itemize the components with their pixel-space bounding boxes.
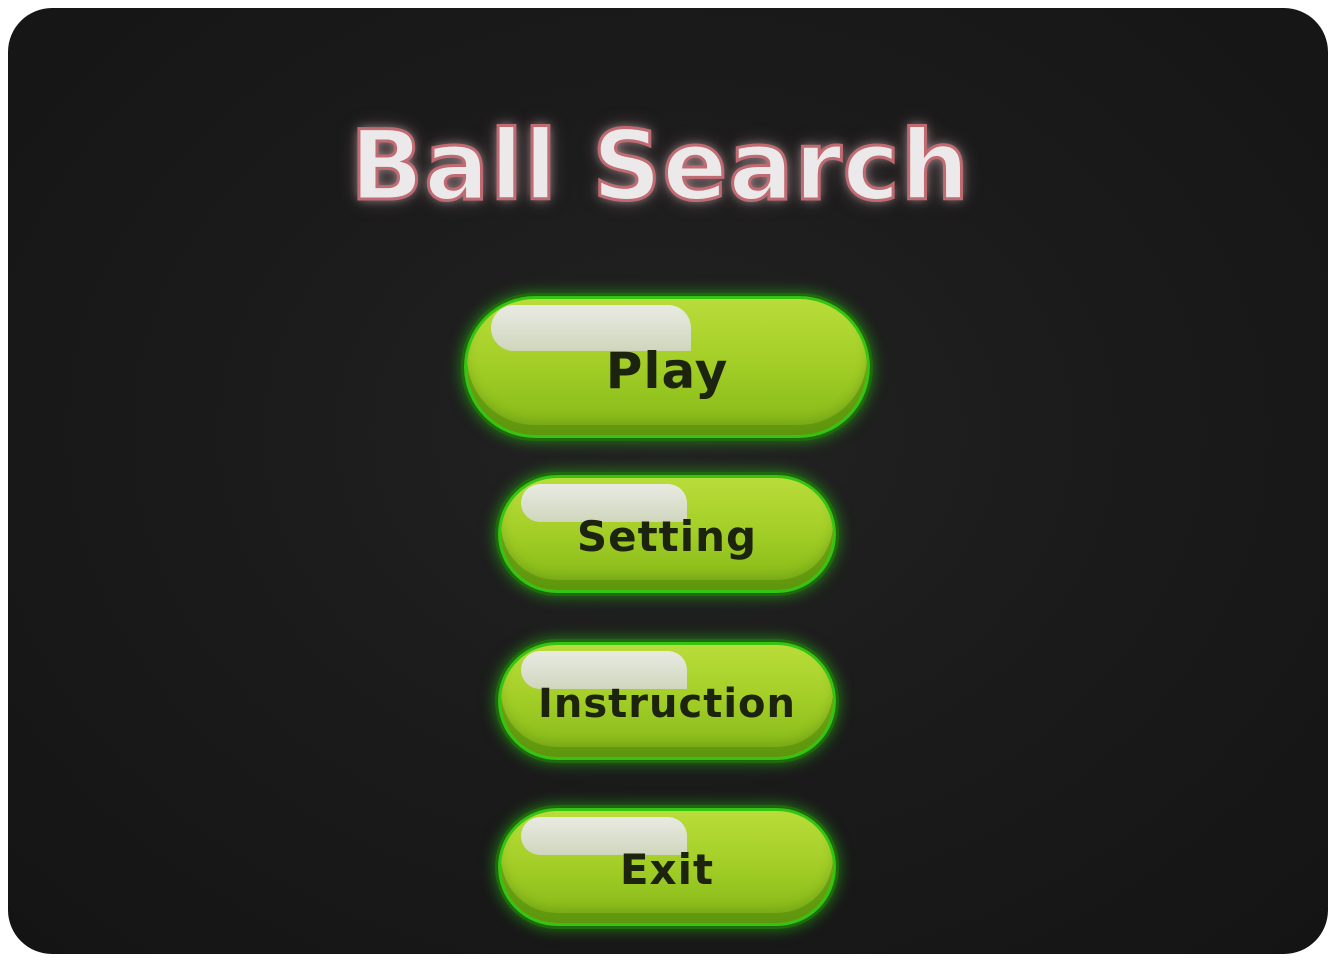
- exit-button[interactable]: Exit: [498, 808, 836, 926]
- play-button-label: Play: [605, 342, 729, 400]
- instruction-button-label: Instruction: [538, 681, 796, 727]
- setting-button-label: Setting: [576, 512, 758, 561]
- play-button[interactable]: Play: [464, 296, 870, 438]
- exit-button-label: Exit: [619, 845, 715, 894]
- setting-button[interactable]: Setting: [498, 475, 836, 593]
- instruction-button[interactable]: Instruction: [498, 642, 836, 760]
- game-title: Ball Search: [349, 110, 971, 222]
